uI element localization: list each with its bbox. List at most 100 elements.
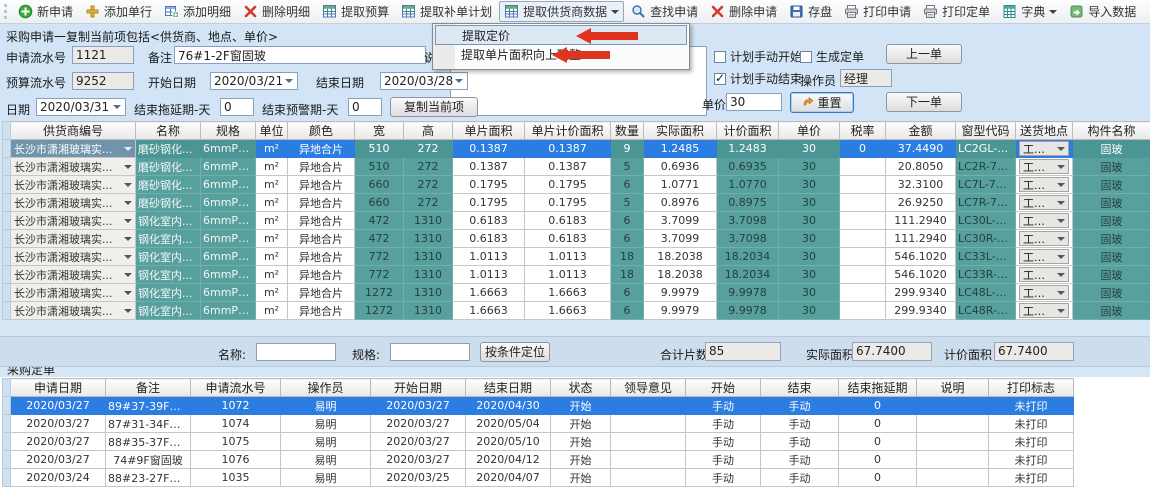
locate-by-condition-button[interactable]: 按条件定位: [480, 342, 550, 362]
chevron-down-icon[interactable]: [124, 147, 132, 155]
delivery-location-combo[interactable]: 工厂使用: [1019, 159, 1069, 174]
toolbar-button-new-application[interactable]: 新申请: [13, 1, 78, 22]
detail-row[interactable]: 长沙市潇湘玻璃实...钢化室内...6mmPLE...m²异地合片1272131…: [3, 302, 1150, 320]
supplier-combo[interactable]: 长沙市潇湘玻璃实...: [11, 248, 135, 265]
toolbar-button-find-application[interactable]: 查找申请: [626, 1, 703, 22]
chevron-down-icon[interactable]: [1057, 237, 1065, 245]
menu-item-extract-pricing[interactable]: 提取定价: [435, 25, 687, 45]
chevron-down-icon[interactable]: [611, 10, 619, 18]
chevron-down-icon[interactable]: [1057, 219, 1065, 227]
chevron-down-icon[interactable]: [1057, 255, 1065, 263]
chevron-down-icon[interactable]: [124, 201, 132, 209]
previous-order-button[interactable]: 上一单: [886, 44, 962, 64]
chevron-down-icon[interactable]: [1057, 309, 1065, 317]
toolbar-button-add-single-row[interactable]: 添加单行: [80, 1, 157, 22]
detail-row[interactable]: 长沙市潇湘玻璃实...磨砂钢化...6mmPLE...m²异地合片5102720…: [3, 140, 1150, 158]
serial-input[interactable]: [72, 46, 134, 64]
supplier-combo[interactable]: 长沙市潇湘玻璃实...: [11, 266, 135, 283]
order-row[interactable]: 2020/03/2774#9F窗固玻1076易明2020/03/272020/0…: [3, 451, 1074, 469]
detail-row[interactable]: 长沙市潇湘玻璃实...钢化室内...6mmPLE...m²异地合片4721310…: [3, 230, 1150, 248]
order-row[interactable]: 2020/03/2788#35-37F窗固玻1075易明2020/03/2720…: [3, 433, 1074, 451]
reset-button[interactable]: 重置: [790, 92, 854, 113]
toolbar-button-save[interactable]: 存盘: [784, 1, 837, 22]
chevron-down-icon[interactable]: [124, 309, 132, 317]
delivery-location-combo[interactable]: 工厂使用: [1019, 141, 1069, 156]
order-row[interactable]: 2020/03/2787#31-34F窗固玻1074易明2020/03/2720…: [3, 415, 1074, 433]
toolbar-grip-handle[interactable]: [4, 4, 9, 19]
remark-input[interactable]: [174, 46, 426, 64]
filter-spec-input[interactable]: [390, 343, 470, 361]
chevron-down-icon[interactable]: [285, 79, 293, 87]
chevron-down-icon[interactable]: [1049, 10, 1057, 18]
delivery-location-combo[interactable]: 工厂使用: [1019, 213, 1069, 228]
detail-row[interactable]: 长沙市潇湘玻璃实...磨砂钢化...6mmPLE...m²异地合片5102720…: [3, 158, 1150, 176]
chevron-down-icon[interactable]: [124, 273, 132, 281]
chevron-down-icon[interactable]: [124, 165, 132, 173]
supplier-combo[interactable]: 长沙市潇湘玻璃实...: [11, 140, 135, 157]
chevron-down-icon[interactable]: [1057, 201, 1065, 209]
supplier-combo[interactable]: 长沙市潇湘玻璃实...: [11, 176, 135, 193]
toolbar-button-print-application[interactable]: 打印申请: [839, 1, 916, 22]
toolbar-button-extract-supplement-plan[interactable]: 提取补单计划: [396, 1, 497, 22]
checkbox-icon[interactable]: [800, 51, 812, 63]
chevron-down-icon[interactable]: [124, 219, 132, 227]
chevron-down-icon[interactable]: [124, 291, 132, 299]
chevron-down-icon[interactable]: [124, 183, 132, 191]
toolbar-button-delete-application[interactable]: 删除申请: [705, 1, 782, 22]
supplier-combo[interactable]: 长沙市潇湘玻璃实...: [11, 230, 135, 247]
detail-row[interactable]: 长沙市潇湘玻璃实...钢化室内...6mmPLE...m²异地合片4721310…: [3, 212, 1150, 230]
toolbar-button-print-order[interactable]: 打印定单: [918, 1, 995, 22]
chevron-down-icon[interactable]: [124, 255, 132, 263]
supplier-combo[interactable]: 长沙市潇湘玻璃实...: [11, 302, 135, 319]
supplier-combo[interactable]: 长沙市潇湘玻璃实...: [11, 158, 135, 175]
unit-price-input[interactable]: [726, 93, 782, 111]
toolbar-button-extract-supplier-data[interactable]: 提取供货商数据: [499, 1, 624, 22]
start-date-combo[interactable]: 2020/03/21: [210, 72, 298, 90]
order-cell: [917, 451, 989, 469]
checkbox-icon[interactable]: [714, 51, 726, 63]
chevron-down-icon[interactable]: [1057, 165, 1065, 173]
supplier-combo[interactable]: 长沙市潇湘玻璃实...: [11, 212, 135, 229]
warn-days-input[interactable]: [348, 98, 382, 116]
toolbar-button-delete-detail[interactable]: 删除明细: [238, 1, 315, 22]
chevron-down-icon[interactable]: [113, 105, 121, 113]
budget-serial-input[interactable]: [72, 72, 134, 90]
chevron-down-icon[interactable]: [124, 237, 132, 245]
date-combo[interactable]: 2020/03/31: [36, 98, 126, 116]
copy-current-item-button[interactable]: 复制当前项: [390, 97, 478, 117]
delivery-location-combo[interactable]: 工厂使用: [1019, 249, 1069, 264]
chevron-down-icon[interactable]: [1057, 291, 1065, 299]
next-order-button[interactable]: 下一单: [886, 92, 962, 112]
manual-end-checkbox[interactable]: 计划手动结束: [714, 70, 802, 87]
toolbar-button-extract-budget[interactable]: 提取预算: [317, 1, 394, 22]
detail-row[interactable]: 长沙市潇湘玻璃实...磨砂钢化...6mmPLE...m²异地合片6602720…: [3, 176, 1150, 194]
delivery-location-combo[interactable]: 工厂使用: [1019, 231, 1069, 246]
generate-order-checkbox[interactable]: 生成定单: [800, 48, 864, 65]
supplier-combo[interactable]: 长沙市潇湘玻璃实...: [11, 284, 135, 301]
toolbar-button-dictionary[interactable]: 字典: [997, 1, 1062, 22]
toolbar-button-import-data[interactable]: 导入数据: [1064, 1, 1141, 22]
checkbox-checked-icon[interactable]: [714, 73, 726, 85]
order-row[interactable]: 2020/03/2488#23-27F门页玻1035易明2020/03/2520…: [3, 469, 1074, 487]
delivery-location-combo[interactable]: 工厂使用: [1019, 285, 1069, 300]
delivery-location-combo[interactable]: 工厂使用: [1019, 303, 1069, 318]
delivery-location-combo[interactable]: 工厂使用: [1019, 267, 1069, 282]
chevron-down-icon[interactable]: [455, 79, 463, 87]
detail-row[interactable]: 长沙市潇湘玻璃实...钢化室内...6mmPLE...m²异地合片1272131…: [3, 284, 1150, 302]
end-date-combo[interactable]: 2020/03/28: [380, 72, 468, 90]
chevron-down-icon[interactable]: [1057, 147, 1065, 155]
order-row[interactable]: 2020/03/2789#37-39F窗固玻1072易明2020/03/2720…: [3, 397, 1074, 415]
chevron-down-icon[interactable]: [1057, 273, 1065, 281]
toolbar-button-add-detail[interactable]: 添加明细: [159, 1, 236, 22]
chevron-down-icon[interactable]: [1057, 183, 1065, 191]
detail-row[interactable]: 长沙市潇湘玻璃实...钢化室内...6mmPLE...m²异地合片7721310…: [3, 248, 1150, 266]
delivery-location-combo[interactable]: 工厂使用: [1019, 177, 1069, 192]
manual-start-checkbox[interactable]: 计划手动开始: [714, 48, 802, 65]
delivery-location-combo[interactable]: 工厂使用: [1019, 195, 1069, 210]
detail-row[interactable]: 长沙市潇湘玻璃实...钢化室内...6mmPLE...m²异地合片7721310…: [3, 266, 1150, 284]
detail-row[interactable]: 长沙市潇湘玻璃实...磨砂钢化...6mmPLE...m²异地合片6602720…: [3, 194, 1150, 212]
filter-name-input[interactable]: [256, 343, 336, 361]
delay-days-input[interactable]: [220, 98, 254, 116]
supplier-combo[interactable]: 长沙市潇湘玻璃实...: [11, 194, 135, 211]
operator-input[interactable]: [840, 69, 892, 87]
